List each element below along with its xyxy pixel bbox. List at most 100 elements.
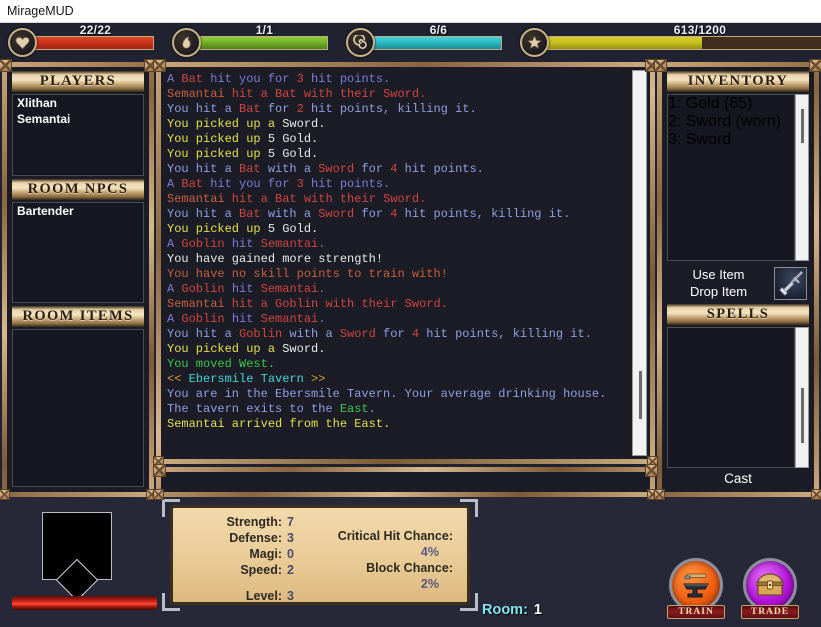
players-list-item[interactable]: Xlithan	[13, 95, 143, 111]
game-log-segment: hit	[224, 312, 261, 326]
game-log-segment: hit points.	[303, 72, 391, 86]
game-log-line: A Bat hit you for 3 hit points.	[167, 177, 629, 192]
trade-button[interactable]: TRADE	[741, 558, 799, 619]
game-log-segment: hit you for	[203, 72, 297, 86]
avatar-zone	[0, 497, 170, 627]
game-log-segment: Sword	[339, 327, 376, 341]
game-log-line: You have no skill points to train with!	[167, 267, 629, 282]
game-log-segment: hit points, killing it.	[303, 102, 477, 116]
game-log-segment: You hit a	[167, 207, 240, 221]
room-npcs-list[interactable]: Bartender	[12, 202, 144, 303]
speed-value: 2	[287, 563, 294, 577]
level-stat: Level: 3	[179, 588, 299, 604]
bottom-hud: Strength: 7 Defense: 3 Magi: 0 Speed: 2 …	[0, 497, 821, 627]
game-log-segment: Semantai arrived from the East.	[167, 417, 391, 431]
magic-bar-label: 6/6	[429, 22, 448, 37]
action-buttons: TRAIN TRADE	[667, 558, 799, 619]
level-value: 3	[287, 589, 294, 603]
game-log-segment: You hit a	[167, 327, 240, 341]
game-log-segment: Ebersmile Tavern	[188, 372, 304, 386]
cast-button[interactable]: Cast	[667, 468, 809, 487]
game-log-segment: Semantai	[260, 237, 319, 251]
room-npcs-list-item[interactable]: Bartender	[13, 203, 143, 219]
game-log-segment: hit a	[224, 297, 276, 311]
speed-label: Speed:	[240, 563, 282, 577]
game-log-segment: hit points, killing it.	[419, 327, 592, 341]
magi-stat: Magi: 0	[179, 546, 299, 562]
game-log-segment: You have no skill points to train with!	[167, 267, 448, 281]
game-log-segment: hit a	[224, 192, 276, 206]
defense-stat: Defense: 3	[179, 530, 299, 546]
game-log-segment: You have gained more strength!	[167, 252, 384, 266]
trade-button-label: TRADE	[741, 605, 799, 619]
inventory-list-item[interactable]: 2: Sword (worn)	[668, 113, 794, 131]
game-log-segment: Goblin	[181, 312, 225, 326]
train-button[interactable]: TRAIN	[667, 558, 725, 619]
game-log-segment: A	[167, 72, 182, 86]
spells-scrollbar[interactable]	[795, 327, 809, 468]
players-list[interactable]: Xlithan Semantai	[12, 94, 144, 176]
game-log-segment: The tavern exits to the	[167, 402, 340, 416]
game-log-segment: Sword	[282, 117, 319, 131]
room-items-list[interactable]	[12, 329, 144, 487]
sword-icon	[774, 266, 807, 300]
game-log-segment: with their	[296, 87, 384, 101]
magic-stat-group: 6/6	[346, 23, 502, 59]
game-log-segment: Sword	[383, 192, 420, 206]
spells-list[interactable]	[667, 327, 795, 468]
experience-stat-group: 613/1200	[520, 23, 821, 59]
inventory-list-item[interactable]: 3: Sword	[668, 131, 794, 149]
game-log-segment: Bat	[275, 87, 297, 101]
game-log-segment: >>	[303, 372, 326, 386]
inventory-list-item[interactable]: 1: Gold (85)	[668, 95, 794, 113]
command-input[interactable]	[165, 475, 646, 489]
game-log-segment: 5	[267, 222, 276, 236]
status-bar-strip: 22/22 1/1 6/6 613/1200	[0, 23, 821, 62]
magic-bar-fill	[373, 36, 501, 49]
anvil-icon	[669, 558, 723, 612]
window-titlebar: MirageMUD	[0, 0, 821, 23]
inventory-scroll-thumb[interactable]	[801, 109, 804, 143]
spells-scroll-thumb[interactable]	[801, 388, 804, 443]
game-log-line: You picked up 5 Gold.	[167, 222, 629, 237]
game-log-line: You hit a Bat for 2 hit points, killing …	[167, 102, 629, 117]
drop-item-button[interactable]: Drop Item	[669, 283, 768, 300]
players-panel: PLAYERS Xlithan Semantai	[12, 71, 144, 176]
game-log-scrollbar[interactable]	[632, 70, 647, 456]
game-log-segment: Semantai	[167, 87, 225, 101]
spells-list-item[interactable]	[668, 328, 794, 346]
game-log-line: Semantai hit a Bat with their Sword.	[167, 87, 629, 102]
block-chance-value: 2%	[420, 577, 439, 591]
game-log-segment: hit points.	[397, 162, 484, 176]
game-log-segment: hit a	[224, 87, 276, 101]
game-log-text: A Bat hit you for 3 hit points. Semantai …	[164, 70, 632, 456]
inventory-panel: INVENTORY 1: Gold (85) 2: Sword (worn) 3: …	[667, 71, 809, 261]
game-log-line: << Ebersmile Tavern >>	[167, 372, 629, 387]
game-log-segment: 3	[296, 72, 304, 86]
item-action-labels: Use Item Drop Item	[669, 266, 768, 300]
game-log-segment: You picked up a	[167, 342, 283, 356]
game-log-segment: Bat	[239, 102, 261, 116]
bracket-bottom-right	[460, 593, 478, 611]
inventory-scrollbar[interactable]	[795, 94, 809, 261]
game-log-segment: You picked up	[167, 132, 268, 146]
strength-label: Strength:	[226, 515, 282, 529]
window-title: MirageMUD	[7, 4, 74, 18]
game-log-segment: hit points.	[303, 177, 391, 191]
game-log-segment: 2	[296, 102, 304, 116]
game-log-scroll-thumb[interactable]	[639, 371, 642, 419]
game-log-segment: 4	[411, 327, 420, 341]
skill-bar	[198, 35, 328, 50]
stats-panel: Strength: 7 Defense: 3 Magi: 0 Speed: 2 …	[162, 499, 478, 611]
game-log-line: You picked up 5 Gold.	[167, 132, 629, 147]
game-log-segment: You picked up a	[167, 117, 283, 131]
inventory-list[interactable]: 1: Gold (85) 2: Sword (worn) 3: Sword	[667, 94, 795, 261]
speed-stat: Speed: 2	[179, 562, 299, 578]
block-chance-label: Block Chance:	[366, 561, 453, 575]
use-item-button[interactable]: Use Item	[669, 266, 768, 283]
players-list-item[interactable]: Semantai	[13, 111, 143, 127]
game-log-line: Semantai hit a Goblin with their Sword.	[167, 297, 629, 312]
center-column: A Bat hit you for 3 hit points. Semantai …	[153, 59, 658, 500]
game-log-line: A Goblin hit Semantai.	[167, 312, 629, 327]
health-bar-label: 22/22	[79, 22, 112, 37]
